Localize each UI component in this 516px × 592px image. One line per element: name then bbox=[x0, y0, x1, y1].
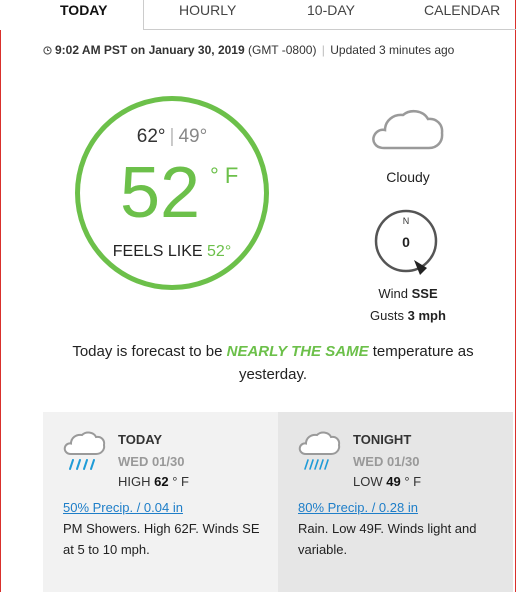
observation-time: 9:02 AM PST on January 30, 2019 bbox=[55, 43, 245, 57]
status-separator: | bbox=[321, 43, 325, 57]
card-hl-value: 49 bbox=[386, 474, 401, 489]
card-title: TODAY bbox=[118, 432, 163, 447]
gusts-line: Gusts 3 mph bbox=[340, 308, 476, 323]
cloud-icon bbox=[372, 110, 444, 150]
tonight-forecast-card: TONIGHT WED 01/30 LOW 49 ° F 80% Precip.… bbox=[278, 412, 513, 592]
today-forecast-card: TODAY WED 01/30 HIGH 62 ° F 50% Precip. … bbox=[43, 412, 278, 592]
forecast-emphasis: NEARLY THE SAME bbox=[226, 343, 369, 360]
card-date: WED 01/30 bbox=[353, 454, 420, 469]
wind-dial-icon: N 0 bbox=[374, 209, 438, 275]
card-high-low: HIGH 62 ° F bbox=[118, 474, 189, 489]
high-temp: 62° bbox=[136, 126, 166, 147]
card-hl-unit: ° F bbox=[172, 474, 189, 489]
low-temp: 49° bbox=[178, 126, 208, 147]
rain-cloud-icon bbox=[298, 431, 341, 470]
wind-dial-north: N bbox=[403, 216, 410, 226]
tab-10-day-label: 10-DAY bbox=[307, 2, 355, 18]
condition-label: Cloudy bbox=[386, 169, 430, 185]
feels-like-label: FEELS LIKE bbox=[112, 243, 203, 260]
card-high-low: LOW 49 ° F bbox=[353, 474, 421, 489]
card-description: PM Showers. High 62F. Winds SE at 5 to 1… bbox=[63, 521, 260, 557]
high-low-separator: | bbox=[169, 126, 175, 147]
high-low-temps: 62° | 49° bbox=[80, 126, 264, 148]
forecast-tabs: TODAY HOURLY 10-DAY CALENDAR bbox=[0, 0, 516, 30]
tab-today-label: TODAY bbox=[60, 2, 108, 18]
window-border-left bbox=[0, 0, 1, 592]
forecast-prefix: Today is forecast to be bbox=[72, 343, 223, 360]
tabs-divider bbox=[143, 29, 516, 30]
precip-link[interactable]: 80% Precip. / 0.28 in bbox=[298, 500, 418, 515]
card-hl-value: 62 bbox=[154, 474, 169, 489]
card-hl-unit: ° F bbox=[404, 474, 422, 489]
clock-icon bbox=[43, 46, 52, 55]
current-temperature-circle: 62° | 49° 52 ° F FEELS LIKE 52° bbox=[75, 96, 269, 290]
observation-status: 9:02 AM PST on January 30, 2019 (GMT -08… bbox=[43, 43, 454, 57]
temp-unit: ° F bbox=[210, 163, 239, 188]
tab-today[interactable]: TODAY bbox=[0, 0, 144, 30]
gusts-label: Gusts bbox=[370, 308, 405, 323]
feels-like: FEELS LIKE 52° bbox=[80, 243, 264, 261]
card-title: TONIGHT bbox=[353, 432, 412, 447]
card-date: WED 01/30 bbox=[118, 454, 185, 469]
wind-line: Wind SSE bbox=[340, 286, 476, 301]
current-temp: 52 bbox=[120, 153, 201, 233]
feels-like-value: 52° bbox=[207, 243, 232, 260]
gmt-offset: (GMT -0800) bbox=[247, 43, 317, 57]
card-hl-label: LOW bbox=[353, 474, 383, 489]
tab-calendar-label: CALENDAR bbox=[424, 2, 501, 18]
precip-link[interactable]: 50% Precip. / 0.04 in bbox=[63, 500, 183, 515]
forecast-comparison: Today is forecast to be NEARLY THE SAME … bbox=[60, 340, 486, 386]
wind-speed: 0 bbox=[402, 234, 410, 250]
rain-cloud-icon bbox=[63, 431, 106, 470]
wind-direction: SSE bbox=[411, 286, 438, 301]
wind-label: Wind bbox=[378, 286, 408, 301]
card-hl-label: HIGH bbox=[118, 474, 151, 489]
card-description: Rain. Low 49F. Winds light and variable. bbox=[298, 521, 477, 557]
gusts-value: 3 mph bbox=[407, 308, 446, 323]
updated-text: Updated 3 minutes ago bbox=[330, 43, 455, 57]
tab-hourly-label: HOURLY bbox=[179, 2, 237, 18]
